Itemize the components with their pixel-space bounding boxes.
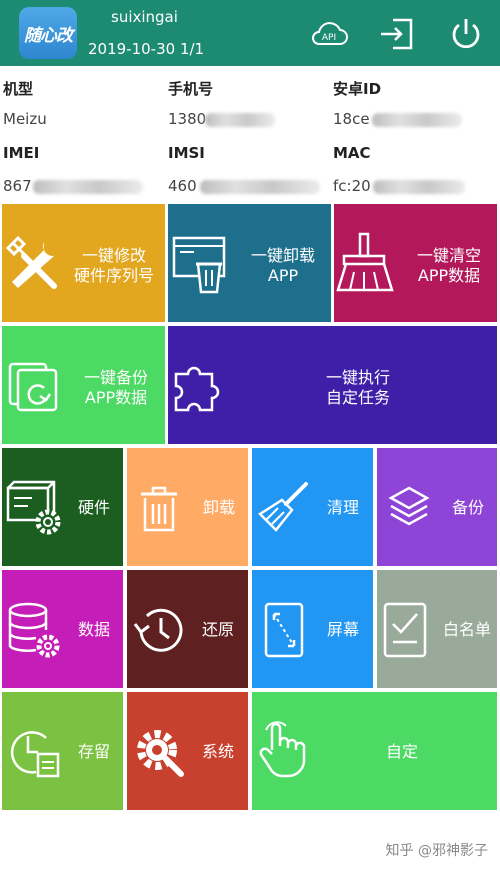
imsi-blur [200, 180, 320, 194]
imei-blur [33, 180, 143, 194]
api-cloud-icon[interactable]: API [309, 14, 349, 54]
save-tile[interactable]: 存留 [2, 692, 123, 810]
uninstall-app-tile[interactable]: 一键卸载 APP [168, 204, 331, 322]
screen-tile[interactable]: 屏幕 [252, 570, 373, 688]
mac-label: MAC [333, 144, 371, 162]
settings-wrench-icon [137, 730, 184, 777]
unload-label: 卸载 [202, 498, 235, 517]
hardware-tile[interactable]: 硬件 [2, 448, 123, 566]
system-tile[interactable]: 系统 [127, 692, 248, 810]
phone-blur [205, 113, 275, 127]
backup-small-label: 备份 [451, 498, 484, 517]
brush-icon [258, 482, 308, 532]
backup-line1: 一键备份 [83, 368, 148, 387]
cleanup-label: 清理 [326, 498, 359, 517]
backup-app-data-tile[interactable]: 一键备份 APP数据 [2, 326, 165, 444]
hardware-label: 硬件 [77, 498, 110, 517]
hardware-gear-icon [6, 480, 61, 535]
phone-value: 1380 [168, 110, 207, 128]
data-tile[interactable]: 数据 [2, 570, 123, 688]
clear-app-data-tile[interactable]: 一键清空 APP数据 [334, 204, 497, 322]
mac-value: fc:20 [333, 177, 371, 195]
phone-label: 手机号 [168, 80, 214, 98]
imei-label: IMEI [3, 144, 40, 162]
window-trash-icon [172, 236, 226, 294]
modify-line1: 一键修改 [81, 246, 146, 265]
save-label: 存留 [77, 742, 110, 761]
clear-line1: 一键清空 [416, 246, 481, 265]
backup-restore-icon [8, 362, 58, 412]
login-icon[interactable] [377, 14, 417, 54]
data-label: 数据 [77, 620, 110, 639]
model-label: 机型 [3, 80, 34, 98]
username: suixingai [111, 8, 178, 26]
imsi-label: IMSI [168, 144, 205, 162]
imei-value: 867 [3, 177, 32, 195]
android-id-label: 安卓ID [333, 80, 382, 98]
svg-text:API: API [322, 33, 336, 43]
device-info-panel: 机型 Meizu 手机号 1380 安卓ID 18ce IMEI 867 IMS… [0, 66, 500, 198]
app-header: 随心改 suixingai 2019-10-30 1/1 API [0, 0, 500, 66]
watermark: 知乎 @邪神影子 [385, 843, 488, 859]
unload-tile[interactable]: 卸载 [127, 448, 248, 566]
android-id-blur [372, 113, 462, 127]
app-logo: 随心改 [19, 7, 77, 59]
database-gear-icon [8, 602, 60, 658]
clear-line2: APP数据 [417, 266, 481, 285]
mac-blur [373, 180, 465, 194]
run-line2: 自定任务 [325, 388, 390, 407]
model-value: Meizu [3, 110, 47, 128]
system-label: 系统 [201, 742, 234, 761]
broom-icon [336, 232, 394, 292]
modify-line2: 硬件序列号 [73, 266, 154, 285]
restore-label: 还原 [201, 620, 234, 639]
android-id-value: 18ce [333, 110, 370, 128]
modify-hardware-serial-tile[interactable]: 一键修改 硬件序列号 [2, 204, 165, 322]
puzzle-icon [174, 366, 220, 412]
checklist-icon [383, 602, 427, 658]
backup-line2: APP数据 [84, 388, 148, 407]
run-line1: 一键执行 [325, 368, 390, 387]
layers-icon [388, 486, 430, 526]
tools-icon [5, 235, 57, 289]
restore-tile[interactable]: 还原 [127, 570, 248, 688]
backup-small-tile[interactable]: 备份 [377, 448, 497, 566]
uninstall-line2: APP [267, 266, 299, 285]
custom-tile[interactable]: 自定 [252, 692, 497, 810]
cleanup-tile[interactable]: 清理 [252, 448, 373, 566]
screen-label: 屏幕 [326, 620, 359, 639]
run-custom-task-tile[interactable]: 一键执行 自定任务 [168, 326, 497, 444]
power-icon[interactable] [446, 14, 486, 54]
trash-icon [141, 486, 177, 532]
screen-resize-icon [264, 602, 304, 658]
date-page-indicator: 2019-10-30 1/1 [88, 40, 205, 58]
whitelist-label: 白名单 [442, 620, 491, 639]
history-icon [133, 608, 183, 652]
whitelist-tile[interactable]: 白名单 [377, 570, 497, 688]
clock-note-icon [10, 731, 60, 778]
imsi-value: 460 [168, 177, 197, 195]
hand-pointer-icon [259, 721, 306, 778]
uninstall-line1: 一键卸载 [250, 246, 315, 265]
custom-label: 自定 [385, 742, 418, 761]
